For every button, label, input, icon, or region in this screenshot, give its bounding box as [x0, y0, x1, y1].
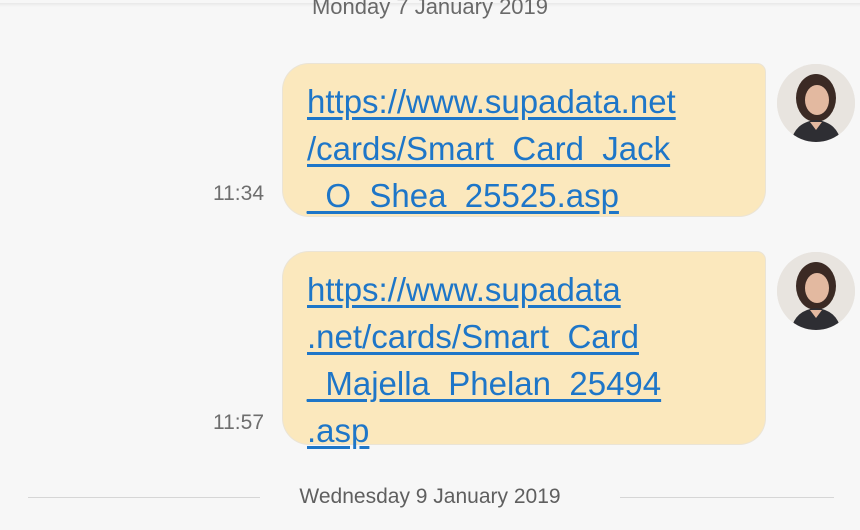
message-link-line[interactable]: _Majella_Phelan_25494: [307, 360, 745, 407]
avatar-portrait-icon: [777, 252, 855, 330]
message-link-line[interactable]: .asp: [307, 407, 745, 454]
contact-avatar-icon[interactable]: [777, 252, 855, 330]
message-link-line[interactable]: .net/cards/Smart_Card: [307, 313, 745, 360]
date-separator-top: Monday 7 January 2019: [0, 0, 860, 20]
message-bubble[interactable]: https://www.supadata.net /cards/Smart_Ca…: [283, 64, 765, 216]
message-link-line[interactable]: https://www.supadata.net: [307, 78, 745, 125]
separator-line-right: [620, 497, 834, 498]
message-time: 11:57: [213, 411, 264, 434]
message-time: 11:34: [213, 182, 264, 205]
date-separator-bottom: Wednesday 9 January 2019: [0, 484, 860, 514]
contact-avatar-icon[interactable]: [777, 64, 855, 142]
message-link-line[interactable]: /cards/Smart_Card_Jack: [307, 125, 745, 172]
avatar-portrait-icon: [777, 64, 855, 142]
message-link-line[interactable]: https://www.supadata: [307, 266, 745, 313]
message-bubble[interactable]: https://www.supadata .net/cards/Smart_Ca…: [283, 252, 765, 449]
message-link-line[interactable]: _O_Shea_25525.asp: [307, 172, 745, 219]
conversation-view: Monday 7 January 2019 11:34 https://www.…: [0, 0, 860, 530]
